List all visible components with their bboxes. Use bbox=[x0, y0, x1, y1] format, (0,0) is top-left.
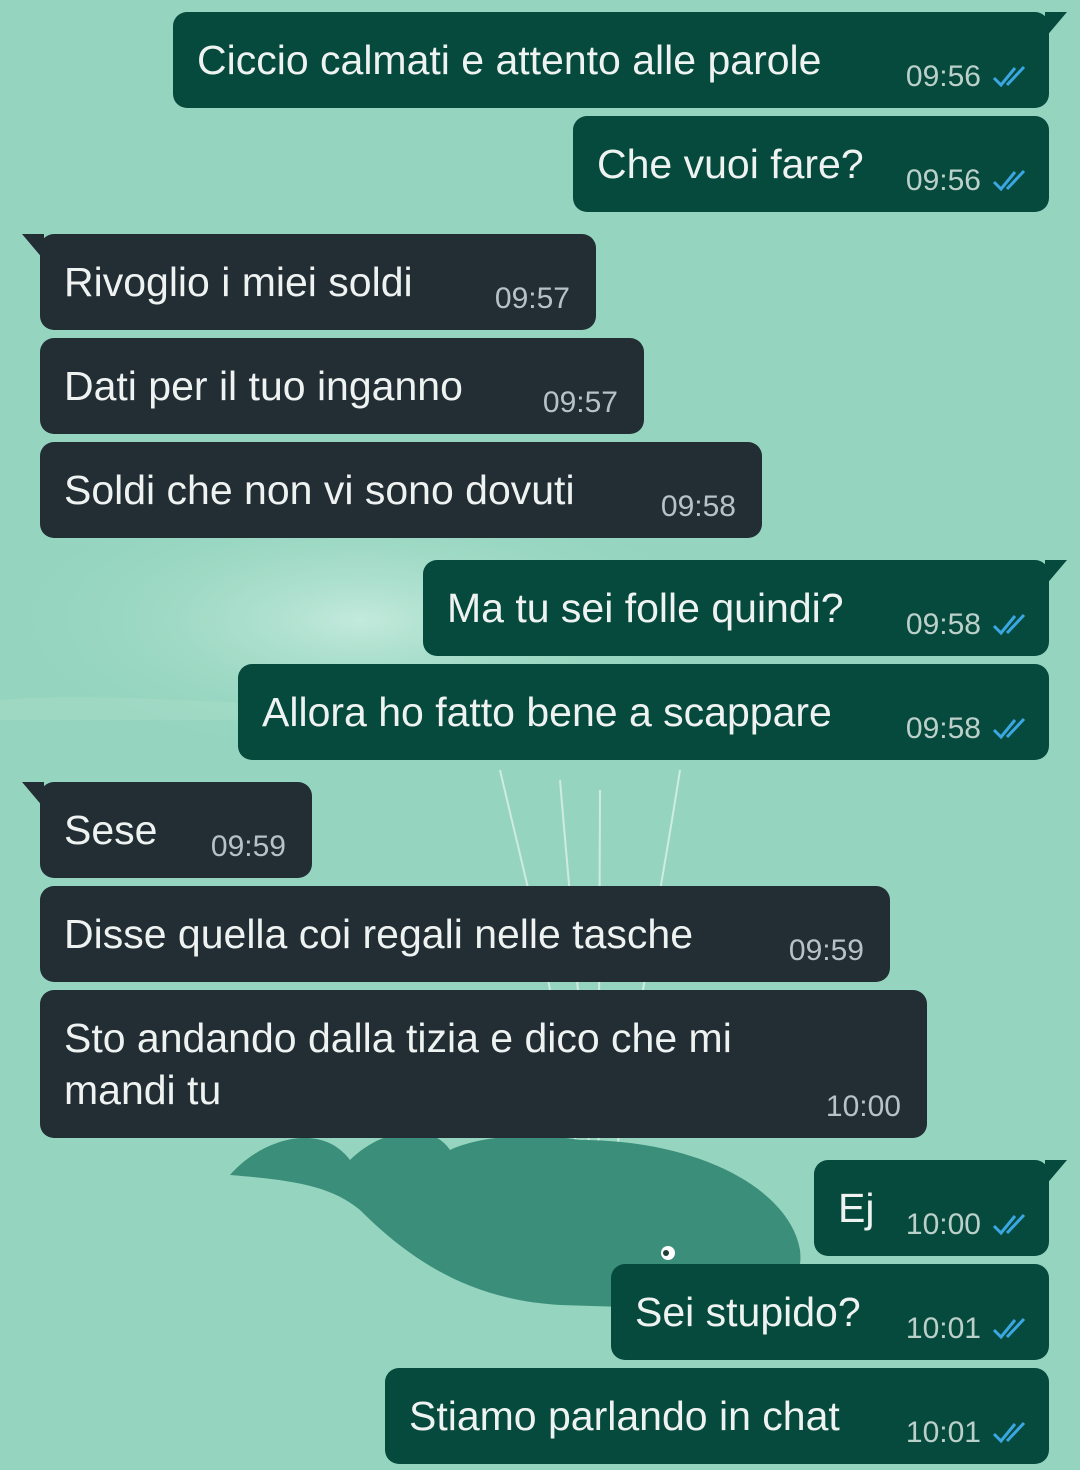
message-meta: 09:58 bbox=[906, 712, 1029, 746]
incoming-message[interactable]: Rivoglio i miei soldi 09:57 bbox=[22, 234, 596, 330]
outgoing-message[interactable]: Ma tu sei folle quindi? 09:58 bbox=[423, 560, 1067, 656]
message-meta: 10:00 bbox=[906, 1208, 1029, 1242]
message-time: 09:56 bbox=[905, 164, 981, 197]
message-meta: 09:56 bbox=[906, 164, 1029, 198]
message-time: 09:58 bbox=[905, 608, 981, 641]
read-double-check-icon bbox=[992, 169, 1026, 192]
outgoing-message[interactable]: Stiamo parlando in chat 10:01 bbox=[385, 1368, 1049, 1464]
message-meta: 09:58 bbox=[661, 490, 736, 524]
message-meta: 09:59 bbox=[789, 934, 864, 968]
message-text: Sto andando dalla tizia e dico che mi ma… bbox=[64, 1015, 732, 1113]
message-time: 09:59 bbox=[788, 934, 864, 967]
read-double-check-icon bbox=[992, 613, 1026, 636]
outgoing-message[interactable]: Allora ho fatto bene a scappare 09:58 bbox=[238, 664, 1049, 760]
message-text: Ciccio calmati e attento alle parole bbox=[197, 37, 822, 83]
incoming-message[interactable]: Sto andando dalla tizia e dico che mi ma… bbox=[40, 990, 927, 1138]
read-double-check-icon bbox=[992, 1421, 1026, 1444]
outgoing-message[interactable]: Che vuoi fare? 09:56 bbox=[573, 116, 1049, 212]
incoming-message[interactable]: Disse quella coi regali nelle tasche 09:… bbox=[40, 886, 890, 982]
message-time: 10:00 bbox=[905, 1208, 981, 1241]
message-time: 10:00 bbox=[825, 1090, 901, 1123]
message-text: Disse quella coi regali nelle tasche bbox=[64, 911, 694, 957]
message-meta: 09:57 bbox=[495, 282, 570, 316]
message-meta: 10:01 bbox=[906, 1312, 1029, 1346]
message-time: 09:57 bbox=[542, 386, 618, 419]
outgoing-message[interactable]: Sei stupido? 10:01 bbox=[611, 1264, 1049, 1360]
message-time: 09:58 bbox=[905, 712, 981, 745]
message-time: 09:58 bbox=[660, 490, 736, 523]
message-meta: 09:57 bbox=[543, 386, 618, 420]
message-text: Soldi che non vi sono dovuti bbox=[64, 467, 575, 513]
outgoing-message[interactable]: Ej 10:00 bbox=[814, 1160, 1067, 1256]
message-time: 09:56 bbox=[905, 60, 981, 93]
message-time: 10:01 bbox=[905, 1312, 981, 1345]
read-double-check-icon bbox=[992, 1317, 1026, 1340]
incoming-message[interactable]: Soldi che non vi sono dovuti 09:58 bbox=[40, 442, 762, 538]
message-text: Dati per il tuo inganno bbox=[64, 363, 463, 409]
message-meta: 10:01 bbox=[906, 1416, 1029, 1450]
message-meta: 09:59 bbox=[211, 830, 286, 864]
message-meta: 09:56 bbox=[906, 60, 1029, 94]
outgoing-message[interactable]: Ciccio calmati e attento alle parole 09:… bbox=[173, 12, 1067, 108]
incoming-message[interactable]: Dati per il tuo inganno 09:57 bbox=[40, 338, 644, 434]
message-time: 09:57 bbox=[494, 282, 570, 315]
read-double-check-icon bbox=[992, 1213, 1026, 1236]
message-meta: 09:58 bbox=[906, 608, 1029, 642]
message-meta: 10:00 bbox=[826, 1090, 901, 1124]
read-double-check-icon bbox=[992, 717, 1026, 740]
read-double-check-icon bbox=[992, 65, 1026, 88]
message-time: 09:59 bbox=[210, 830, 286, 863]
incoming-message[interactable]: Sese 09:59 bbox=[22, 782, 312, 878]
message-time: 10:01 bbox=[905, 1416, 981, 1449]
